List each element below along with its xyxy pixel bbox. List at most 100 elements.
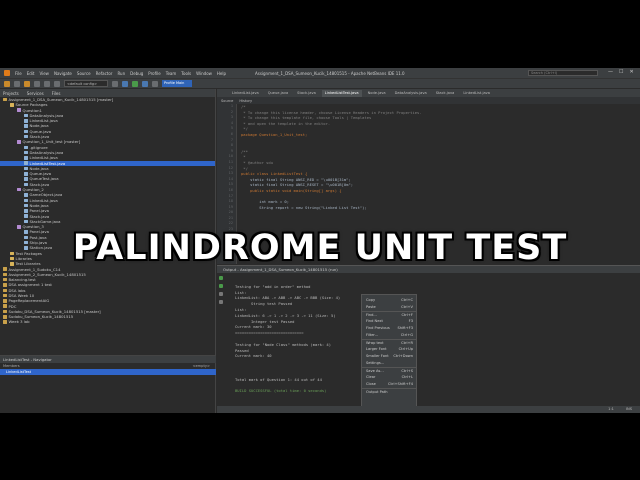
menu-items: File Edit View Navigate Source Refactor Run Deb…	[15, 71, 226, 76]
context-menu-shortcut: Ctrl+L	[401, 375, 413, 379]
context-menu-label: Output Path	[366, 390, 388, 394]
project-icon	[3, 283, 7, 287]
config-select[interactable]: <default config>	[64, 80, 108, 87]
context-menu-item[interactable]: Close Ctrl+Shift+F4	[362, 381, 416, 388]
java-file-icon	[24, 119, 28, 123]
status-bar: 1:1 INS	[217, 406, 640, 413]
context-menu-item[interactable]: Paste Ctrl+V	[362, 304, 416, 311]
context-menu-item[interactable]: Wrap text Ctrl+R	[362, 339, 416, 346]
tree-item[interactable]: Week 3 lab	[0, 319, 215, 324]
code-lines[interactable]: /* * To change this license header, choo…	[241, 104, 636, 210]
menu-profile[interactable]: Profile	[148, 71, 160, 76]
save-all-icon[interactable]	[34, 80, 40, 87]
context-menu-label: Filter...	[366, 333, 378, 337]
stop-icon[interactable]	[219, 292, 223, 296]
minimize-button[interactable]: —	[608, 69, 613, 75]
settings-icon[interactable]	[219, 300, 223, 304]
package-icon	[17, 140, 21, 144]
navigator-item[interactable]: LinkedListTest	[0, 369, 216, 375]
java-file-icon	[24, 209, 28, 213]
context-menu-item[interactable]: Find Previous Shift+F3	[362, 325, 416, 332]
editor-tab[interactable]: Node.java	[364, 89, 389, 97]
context-menu-item[interactable]: Clear Ctrl+L	[362, 374, 416, 381]
editor-tab[interactable]: LinkedList.java	[229, 89, 262, 97]
source-tab[interactable]: Source	[221, 99, 233, 103]
menu-tools[interactable]: Tools	[181, 71, 191, 76]
maximize-button[interactable]: ☐	[619, 69, 623, 75]
tab-files[interactable]: Files	[52, 91, 61, 96]
new-project-icon[interactable]	[4, 80, 10, 87]
run-icon[interactable]	[132, 80, 138, 87]
redo-icon[interactable]	[54, 80, 60, 87]
context-menu-label: Find Next	[366, 319, 383, 323]
project-icon	[3, 288, 7, 293]
clean-build-icon[interactable]	[122, 80, 128, 87]
tab-services[interactable]: Services	[27, 91, 44, 96]
java-file-icon	[24, 166, 28, 171]
editor-tabs: LinkedList.java Queue.java Stack.java Linke…	[217, 89, 640, 97]
rerun-with-params-icon[interactable]	[219, 284, 223, 288]
history-tab[interactable]: History	[239, 99, 252, 103]
window-title: Assignment_1_DSA_Sumeon_Kucik_14801515 -…	[255, 71, 405, 76]
window-buttons: — ☐ ✕	[608, 69, 634, 75]
netbeans-logo-icon	[4, 70, 10, 76]
project-icon	[3, 304, 7, 308]
context-menu-shortcut: F3	[408, 319, 413, 323]
menu-view[interactable]: View	[39, 71, 49, 76]
undo-icon[interactable]	[44, 80, 50, 87]
context-menu-label: Larger Font	[366, 347, 387, 351]
context-menu-shortcut: Ctrl+Down	[393, 354, 413, 358]
build-icon[interactable]	[112, 80, 118, 87]
java-file-icon	[24, 182, 28, 187]
context-menu-item[interactable]: Copy Ctrl+C	[362, 297, 416, 304]
context-menu-item[interactable]: Filter... Ctrl+G	[362, 332, 416, 339]
menu-navigate[interactable]: Navigate	[54, 71, 72, 76]
context-menu-item[interactable]: Smaller Font Ctrl+Down	[362, 353, 416, 360]
editor-tab[interactable]: Stack.java	[294, 89, 319, 97]
context-menu-item[interactable]: Find... Ctrl+F	[362, 311, 416, 318]
navigator-title: LinkedListTest - Navigator	[0, 356, 216, 363]
editor-tab[interactable]: LinkedListTest.java	[321, 89, 362, 97]
tree-item-label: Week 3 lab	[8, 319, 30, 325]
java-file-icon	[24, 134, 28, 139]
project-icon	[3, 309, 7, 314]
insert-mode: INS	[625, 407, 632, 411]
projects-tabs: Projects Services Files	[0, 89, 215, 97]
new-file-icon[interactable]	[14, 80, 20, 87]
menu-source[interactable]: Source	[77, 71, 91, 76]
context-menu-item[interactable]: Larger Font Ctrl+Up	[362, 346, 416, 353]
profile-icon[interactable]	[152, 80, 158, 87]
editor-tab[interactable]: Queue.java	[264, 89, 292, 97]
editor-tab[interactable]: Stack.java	[432, 89, 458, 97]
project-icon	[3, 299, 7, 303]
project-icon	[3, 272, 7, 277]
caret-position: 1:1	[608, 407, 614, 411]
context-menu-item[interactable]: Save As... Ctrl+S	[362, 367, 416, 374]
rerun-icon[interactable]	[219, 276, 223, 280]
project-icon	[3, 315, 7, 319]
code-line: String report = new String("Linked List …	[241, 204, 367, 210]
menu-debug[interactable]: Debug	[130, 71, 143, 76]
profile-main-button[interactable]: Profile Main	[162, 80, 192, 87]
menu-team[interactable]: Team	[166, 71, 177, 76]
editor-tab[interactable]: LinkedList.java	[460, 89, 493, 97]
context-menu-shortcut: Ctrl+G	[400, 333, 413, 337]
context-menu-item[interactable]: Find Next F3	[362, 318, 416, 325]
tab-projects[interactable]: Projects	[3, 91, 19, 96]
context-menu-label: Find Previous	[366, 326, 390, 330]
context-menu-item[interactable]: Output Path	[362, 388, 416, 395]
members-filter-select[interactable]: <empty>	[192, 363, 210, 369]
search-input[interactable]: Search (Ctrl+I)	[528, 70, 598, 76]
output-side-buttons	[219, 276, 225, 308]
menu-file[interactable]: File	[15, 71, 22, 76]
context-menu-item[interactable]: Settings...	[362, 360, 416, 367]
open-project-icon[interactable]	[24, 80, 30, 87]
menu-help[interactable]: Help	[217, 71, 226, 76]
menu-edit[interactable]: Edit	[27, 71, 35, 76]
menu-run[interactable]: Run	[117, 71, 125, 76]
close-button[interactable]: ✕	[629, 69, 633, 75]
menu-window[interactable]: Window	[196, 71, 212, 76]
menu-refactor[interactable]: Refactor	[96, 71, 113, 76]
editor-tab[interactable]: DataAnalysis.java	[391, 89, 430, 97]
debug-icon[interactable]	[142, 80, 148, 87]
